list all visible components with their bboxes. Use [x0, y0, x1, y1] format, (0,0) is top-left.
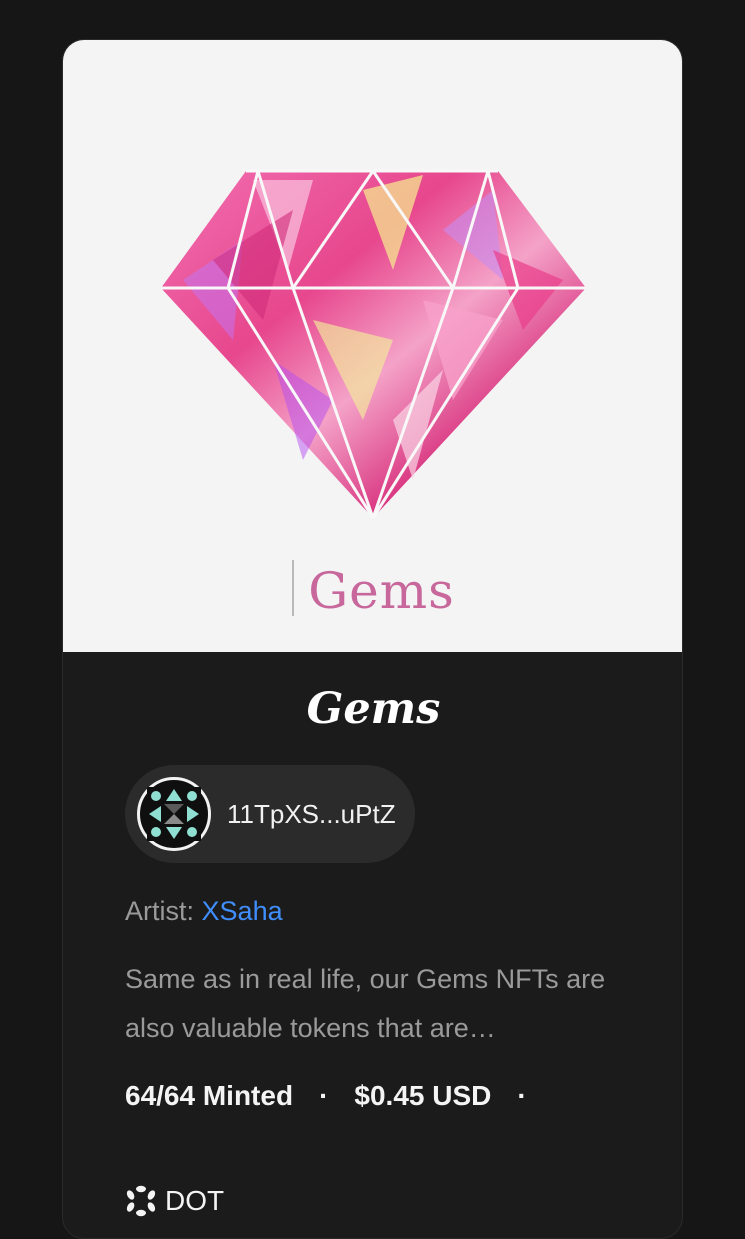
wordmark-divider [292, 560, 295, 616]
nft-stats: 64/64 Minted · $0.45 USD · [125, 1080, 553, 1112]
nft-description: Same as in real life, our Gems NFTs are … [125, 964, 606, 1043]
artist-link[interactable]: XSaha [202, 896, 283, 926]
chain-badge: DOT [125, 1185, 224, 1217]
polkadot-icon [126, 1185, 156, 1217]
artist-label: Artist: [125, 896, 195, 926]
separator: · [517, 1080, 527, 1111]
chain-name: DOT [165, 1185, 225, 1216]
owner-address: 11TpXS...uPtZ [227, 798, 396, 829]
geometric-pattern-icon [147, 787, 201, 841]
wordmark-text: Gems [308, 562, 455, 620]
price: $0.45 USD [354, 1080, 492, 1111]
nft-image[interactable]: Gems [63, 40, 682, 652]
nft-card[interactable]: Gems Gems 11TpXS...uPtZ Artist: XSaha Sa… [62, 39, 683, 1239]
nft-title: Gems [306, 684, 441, 734]
separator: · [319, 1080, 329, 1111]
owner-avatar [137, 777, 211, 851]
owner-chip[interactable]: 11TpXS...uPtZ [125, 765, 415, 863]
minted-count: 64/64 Minted [125, 1080, 294, 1111]
image-wordmark: Gems [63, 560, 682, 620]
artist-line: Artist: XSaha [125, 896, 283, 927]
